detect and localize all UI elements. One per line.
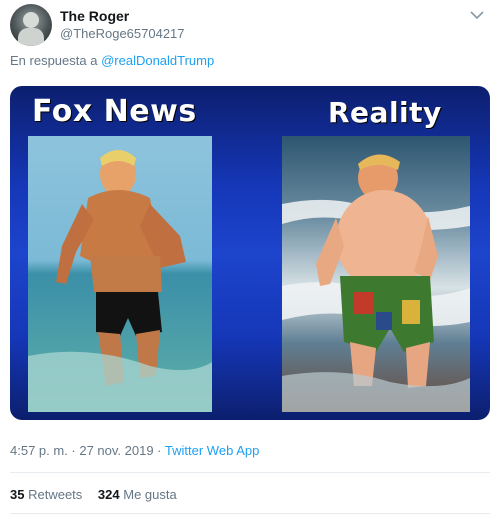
avatar-body: [18, 28, 44, 46]
retweets-label: Retweets: [28, 487, 83, 502]
display-name[interactable]: The Roger: [60, 8, 129, 24]
user-handle[interactable]: @TheRoge65704217: [60, 26, 185, 41]
right-panel-title: Reality: [328, 96, 442, 129]
tweet-timestamp[interactable]: 4:57 p. m. · 27 nov. 2019 ·: [10, 443, 162, 458]
tweet-header: The Roger @TheRoge65704217: [10, 4, 490, 48]
source-app-link[interactable]: Twitter Web App: [165, 443, 259, 458]
likes-label: Me gusta: [123, 487, 177, 502]
tweet-media-image[interactable]: Fox News Reality: [10, 86, 490, 420]
tweet-stats: 35 Retweets 324 Me gusta: [10, 487, 177, 502]
reply-prefix: En respuesta a: [10, 53, 98, 68]
avatar-head: [23, 12, 39, 28]
likes-stat[interactable]: 324 Me gusta: [98, 487, 177, 502]
avatar[interactable]: [10, 4, 52, 46]
likes-count: 324: [97, 487, 120, 502]
reply-context: En respuesta a @realDonaldTrump: [10, 53, 214, 68]
tweet-timestamp-row: 4:57 p. m. · 27 nov. 2019 · Twitter Web …: [10, 443, 259, 458]
divider: [10, 513, 490, 514]
divider: [10, 472, 490, 473]
retweets-stat[interactable]: 35 Retweets: [10, 487, 82, 502]
retweets-count: 35: [10, 487, 25, 502]
left-panel-title: Fox News: [32, 94, 197, 129]
meme-illustration: [28, 136, 470, 412]
chevron-down-icon[interactable]: [468, 6, 486, 24]
reply-mention-link[interactable]: @realDonaldTrump: [101, 53, 214, 68]
